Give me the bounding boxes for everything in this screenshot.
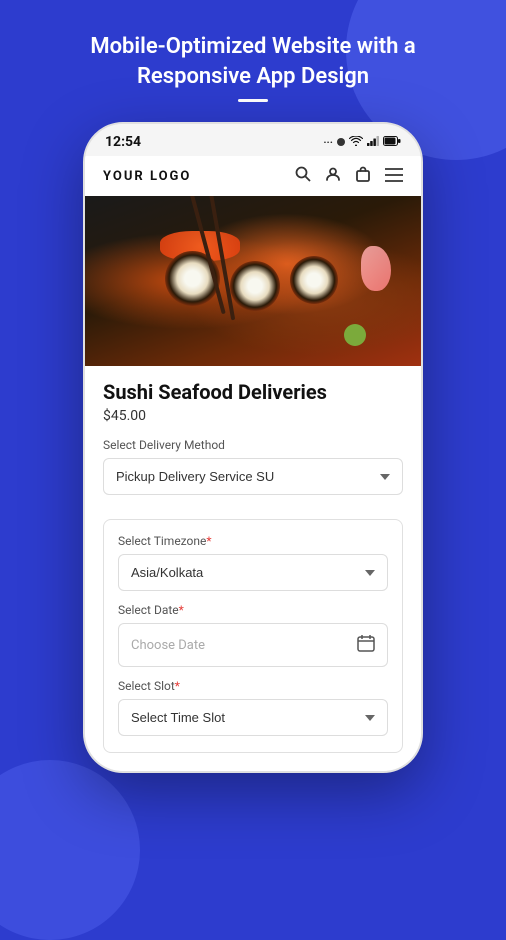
calendar-icon <box>357 634 375 656</box>
wifi-icon <box>349 136 363 149</box>
signal-icon <box>367 136 379 149</box>
date-placeholder: Choose Date <box>131 638 205 653</box>
status-bar: 12:54 ··· <box>85 124 421 156</box>
form-section: Select Delivery Method Pickup Delivery S… <box>85 438 421 771</box>
page-header: Mobile-Optimized Website with a Responsi… <box>50 32 455 91</box>
delivery-method-label: Select Delivery Method <box>103 438 403 452</box>
product-image <box>85 196 421 366</box>
slot-label: Select Slot* <box>118 679 388 693</box>
user-icon[interactable] <box>325 166 341 186</box>
product-info: Sushi Seafood Deliveries $45.00 <box>85 366 421 424</box>
nav-icons <box>295 166 403 186</box>
slot-select[interactable]: Select Time Slot 9:00 AM - 11:00 AM 11:0… <box>118 699 388 736</box>
form-group-box: Select Timezone* Asia/Kolkata UTC Americ… <box>103 519 403 753</box>
menu-icon[interactable] <box>385 167 403 186</box>
nav-bar: YOUR LOGO <box>85 156 421 196</box>
nav-logo: YOUR LOGO <box>103 169 191 184</box>
camera-dot <box>337 138 345 146</box>
timezone-label: Select Timezone* <box>118 534 388 548</box>
delivery-method-row: Select Delivery Method Pickup Delivery S… <box>103 438 403 507</box>
bag-icon[interactable] <box>355 166 371 186</box>
battery-icon <box>383 136 401 149</box>
status-icons: ··· <box>323 136 401 149</box>
bg-circle-bottom <box>0 760 140 940</box>
header-title-line1: Mobile-Optimized Website with a <box>90 34 415 59</box>
status-time: 12:54 <box>105 134 141 150</box>
ginger <box>361 246 391 291</box>
timezone-select[interactable]: Asia/Kolkata UTC America/New_York Europe… <box>118 554 388 591</box>
phone-content: YOUR LOGO <box>85 156 421 771</box>
date-label: Select Date* <box>118 603 388 617</box>
date-field[interactable]: Choose Date <box>118 623 388 667</box>
dots-icon: ··· <box>323 136 333 149</box>
header-title-line2: Responsive App Design <box>137 64 369 89</box>
search-icon[interactable] <box>295 166 311 186</box>
product-price: $45.00 <box>103 408 403 424</box>
phone-mockup: 12:54 ··· <box>83 122 423 773</box>
delivery-method-select[interactable]: Pickup Delivery Service SU Standard Deli… <box>103 458 403 495</box>
header-divider <box>238 99 268 102</box>
product-title: Sushi Seafood Deliveries <box>103 380 403 404</box>
